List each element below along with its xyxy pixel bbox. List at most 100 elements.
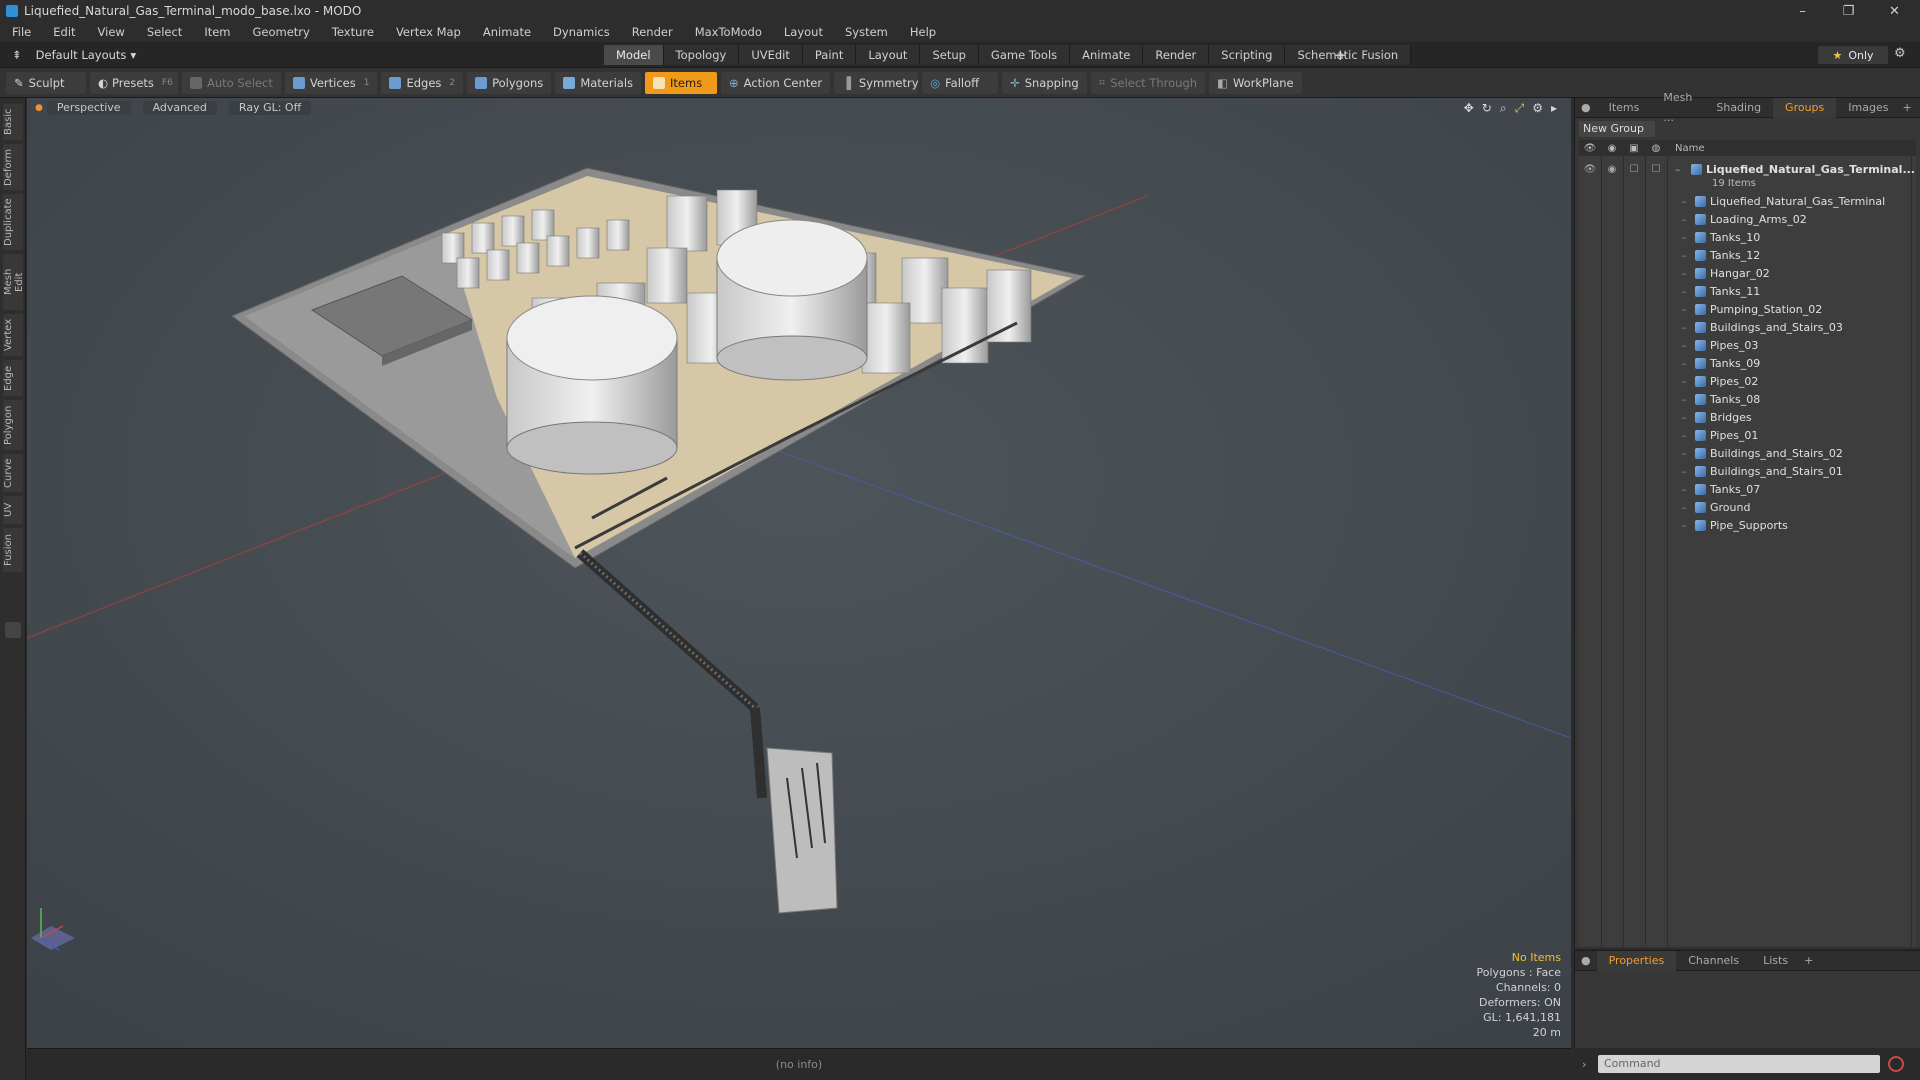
tab-properties[interactable]: Properties [1596,950,1677,971]
raygl-button[interactable]: Ray GL: Off [228,101,312,115]
record-icon[interactable] [1888,1056,1904,1072]
action-center-button[interactable]: ⊕ Action Center [721,71,831,94]
edges-button[interactable]: Edges 2 [381,71,464,94]
select-through-button[interactable]: ⌗ Select Through [1090,71,1206,94]
polygons-button[interactable]: Polygons [467,71,552,94]
sculpt-button[interactable]: ✎ Sculpt [6,71,86,94]
lock-col-icon[interactable]: ▣ [1623,143,1645,154]
tab-scripting[interactable]: Scripting [1209,45,1286,65]
tab-render[interactable]: Render [1143,45,1210,65]
render-col-icon[interactable]: ◉ [1601,143,1623,154]
expand-arrow-icon[interactable]: ▸ [1551,101,1557,116]
new-group-button[interactable]: New Group [1579,121,1655,137]
workplane-button[interactable]: ◧ WorkPlane [1209,71,1302,94]
render-toggle-icon[interactable]: ◉ [1601,164,1623,175]
vertices-button[interactable]: Vertices 1 [284,71,378,94]
items-button[interactable]: Items [645,71,718,94]
menu-render[interactable]: Render [632,25,673,39]
menu-vertex-map[interactable]: Vertex Map [396,25,461,39]
menu-texture[interactable]: Texture [332,25,374,39]
tab-setup[interactable]: Setup [920,45,979,65]
command-input[interactable]: Command [1598,1055,1880,1073]
fit-icon[interactable]: ⤢ [1515,101,1525,116]
vtab-fusion[interactable]: Fusion [3,528,23,572]
tab-mesh[interactable]: Mesh ... [1651,88,1704,128]
add-tab-icon[interactable]: + [1334,46,1347,64]
tab-game-tools[interactable]: Game Tools [978,45,1071,65]
group-item-row[interactable]: – Pipes_02 [1579,372,1916,390]
menu-layout[interactable]: Layout [784,25,823,39]
group-item-row[interactable]: – Ground [1579,498,1916,516]
group-item-row[interactable]: – Tanks_09 [1579,354,1916,372]
menu-geometry[interactable]: Geometry [253,25,310,39]
layout-selector[interactable]: ⇞ Default Layouts ▾ [12,46,136,64]
tab-paint[interactable]: Paint [802,45,857,65]
vtab-uv[interactable]: UV [3,496,23,524]
auto-select-button[interactable]: Auto Select [182,71,281,94]
group-root-row[interactable]: 👁 ◉ ☐ ☐ – Liquefied_Natural_Gas_Terminal… [1579,160,1916,178]
menu-edit[interactable]: Edit [53,25,75,39]
move-view-icon[interactable]: ✥ [1464,101,1474,116]
visibility-col-icon[interactable]: 👁 [1579,143,1601,154]
tab-shading[interactable]: Shading [1704,98,1773,118]
tab-items[interactable]: Items [1597,98,1652,118]
group-item-row[interactable]: – Buildings_and_Stairs_03 [1579,318,1916,336]
group-item-row[interactable]: – Tanks_12 [1579,246,1916,264]
viewport-settings-icon[interactable]: ⚙ [1532,101,1543,116]
vtab-curve[interactable]: Curve [3,454,23,492]
only-button[interactable]: ★ Only [1818,46,1888,64]
materials-button[interactable]: Materials [555,71,642,94]
menu-dynamics[interactable]: Dynamics [553,25,610,39]
vtab-deform[interactable]: Deform [3,144,23,190]
tab-layout[interactable]: Layout [856,45,921,65]
shading-mode-button[interactable]: Advanced [142,101,217,115]
presets-button[interactable]: ◐ Presets F6 [90,71,178,94]
group-item-row[interactable]: – Hangar_02 [1579,264,1916,282]
tab-uvedit[interactable]: UVEdit [739,45,803,65]
tab-schematic-fusion[interactable]: Schematic Fusion [1285,45,1412,65]
gear-icon[interactable]: ⚙ [1894,46,1906,61]
group-item-row[interactable]: – Liquefied_Natural_Gas_Terminal [1579,192,1916,210]
panel-toggle-icon[interactable] [5,622,21,638]
group-item-row[interactable]: – Tanks_11 [1579,282,1916,300]
group-item-row[interactable]: – Pipes_03 [1579,336,1916,354]
panel-menu-icon[interactable]: ● [1575,101,1597,114]
eye-icon[interactable]: 👁 [1579,164,1601,175]
tab-model[interactable]: Model [604,45,664,65]
menu-animate[interactable]: Animate [483,25,531,39]
vtab-vertex[interactable]: Vertex [3,314,23,356]
group-item-row[interactable]: – Loading_Arms_02 [1579,210,1916,228]
3d-viewport[interactable]: ● Perspective Advanced Ray GL: Off ✥ ↻ ⌕… [27,98,1571,1048]
tab-topology[interactable]: Topology [663,45,740,65]
tab-lists[interactable]: Lists [1751,951,1800,971]
group-item-row[interactable]: – Tanks_08 [1579,390,1916,408]
name-column-header[interactable]: Name [1675,143,1705,154]
menu-item[interactable]: Item [204,25,230,39]
lock-checkbox-icon[interactable]: ☐ [1623,164,1645,175]
tab-images[interactable]: Images [1836,98,1900,118]
group-item-row[interactable]: – Tanks_10 [1579,228,1916,246]
group-item-row[interactable]: – Pipe_Supports [1579,516,1916,534]
tab-groups[interactable]: Groups [1773,97,1837,118]
minimize-icon[interactable]: – [1780,0,1825,22]
menu-select[interactable]: Select [147,25,182,39]
tab-channels[interactable]: Channels [1676,951,1751,971]
tab-animate[interactable]: Animate [1070,45,1144,65]
vtab-polygon[interactable]: Polygon [3,400,23,450]
vtab-mesh-edit[interactable]: Mesh Edit [3,254,25,310]
vtab-basic[interactable]: Basic [3,104,23,140]
group-item-row[interactable]: – Tanks_07 [1579,480,1916,498]
view-mode-button[interactable]: Perspective [46,101,131,115]
close-icon[interactable]: ✕ [1872,0,1917,22]
menu-view[interactable]: View [98,25,125,39]
viewport-menu-icon[interactable]: ● [35,103,43,113]
collapse-icon[interactable]: – [1675,163,1691,176]
group-item-row[interactable]: – Buildings_and_Stairs_01 [1579,462,1916,480]
select-col-icon[interactable]: ◍ [1645,143,1667,154]
add-panel-tab-icon[interactable]: + [1902,101,1911,114]
properties-menu-icon[interactable]: ● [1575,954,1597,967]
symmetry-button[interactable]: ▐ Symmetry [834,71,919,94]
menu-help[interactable]: Help [910,25,936,39]
group-item-row[interactable]: – Buildings_and_Stairs_02 [1579,444,1916,462]
menu-file[interactable]: File [12,25,31,39]
